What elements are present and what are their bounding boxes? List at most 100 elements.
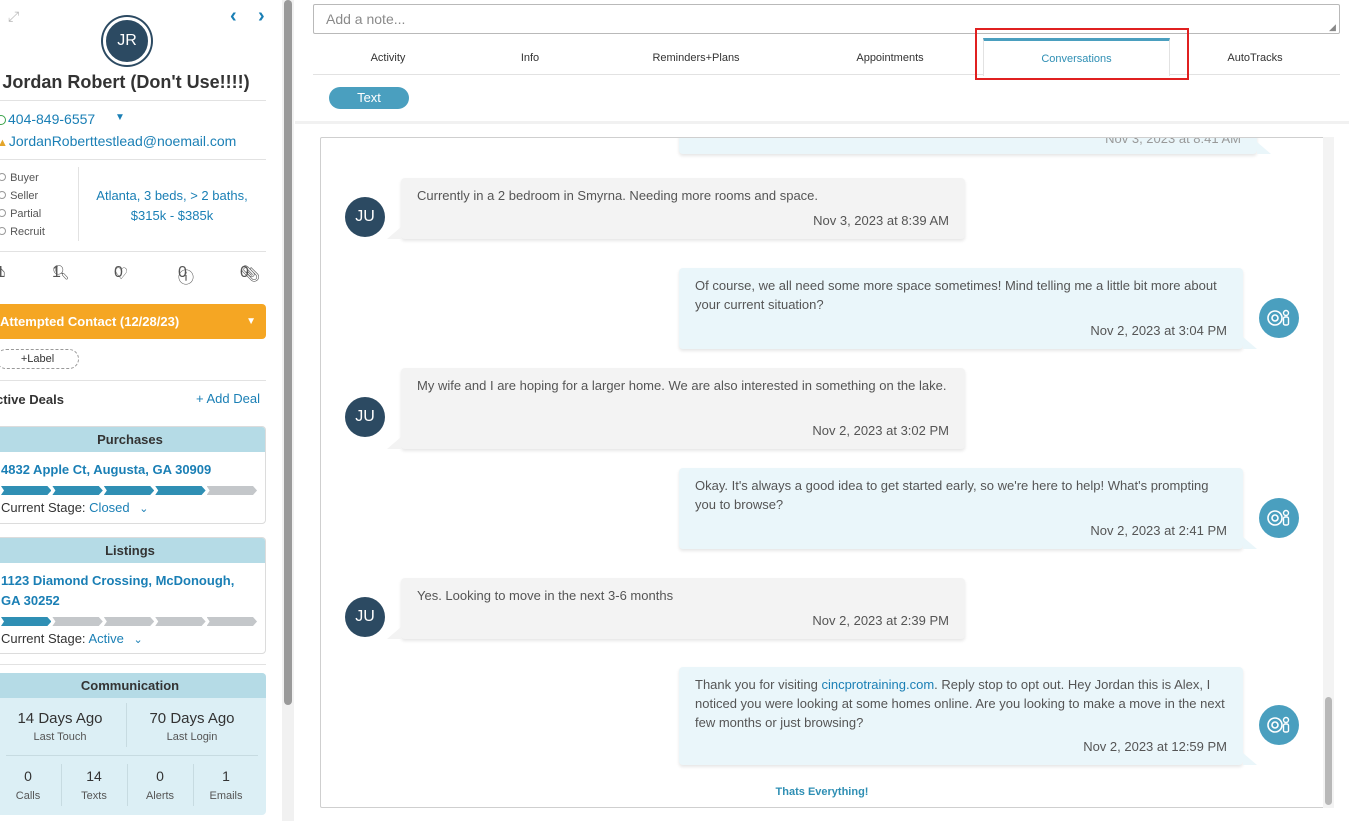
sidebar-scrollbar[interactable] [282, 0, 294, 821]
stage-value: Active [88, 631, 124, 646]
role-seller[interactable]: Seller [0, 187, 45, 205]
stage-value: Closed [89, 500, 130, 515]
progress-segment [1, 617, 52, 626]
agent-icon [1267, 309, 1290, 326]
email-link[interactable]: ▲JordanRoberttestlead@noemail.com [0, 133, 236, 149]
radio-icon [0, 191, 6, 199]
lead-stage-label: Attempted Contact (12/28/23) [0, 314, 180, 329]
resize-grip-icon[interactable]: ◢ [1329, 22, 1336, 33]
message-time: Nov 2, 2023 at 2:39 PM [812, 613, 949, 628]
phone-link[interactable]: 404-849-6557 [0, 111, 95, 127]
contact-sidebar: ⤢ ‹ › JR Jordan Robert (Don't Use!!!!) 4… [0, 0, 282, 821]
alerts-count: 0 [156, 768, 164, 784]
warning-icon: ▲ [0, 137, 8, 149]
progress-segment [103, 617, 155, 626]
calls-count: 0 [24, 768, 32, 784]
message-bubble-incoming: My wife and I are hoping for a larger ho… [387, 368, 965, 449]
communication-title: Communication [0, 673, 266, 698]
purchases-title: Purchases [0, 427, 265, 452]
message-bubble-incoming: Currently in a 2 bedroom in Smyrna. Need… [387, 178, 965, 239]
listing-stage[interactable]: Current Stage: Active ⌄ [0, 626, 265, 652]
count-value: 1 [0, 264, 5, 281]
last-login-value: 70 Days Ago [149, 710, 235, 727]
divider [0, 159, 266, 160]
chevron-down-icon: ⌄ [139, 503, 149, 515]
chevron-right-icon[interactable]: › [258, 5, 265, 28]
purchase-stage[interactable]: Current Stage: Closed ⌄ [0, 495, 265, 521]
message-text: Of course, we all need some more space s… [695, 278, 1217, 312]
message-text: Yes. Looking to move in the next 3-6 mon… [417, 588, 674, 603]
count-value: 0 [114, 264, 123, 281]
chevron-left-icon[interactable]: ‹ [230, 5, 237, 28]
conversation-panel: Nov 3, 2023 at 8:41 AM JU Currently in a… [320, 137, 1334, 808]
divider [295, 121, 1349, 124]
sidebar-scroll-thumb[interactable] [284, 0, 292, 705]
stage-label: Current Stage: [1, 500, 86, 515]
contact-avatar: JR [103, 17, 151, 65]
agent-icon [1267, 509, 1290, 526]
text-filter-pill[interactable]: Text [329, 87, 409, 109]
divider [78, 167, 79, 241]
tab-activity[interactable]: Activity [343, 38, 433, 75]
search-criteria-link[interactable]: Atlanta, 3 beds, > 2 baths, $315k - $385… [86, 186, 258, 226]
contact-avatar-small: JU [345, 197, 385, 237]
message-link[interactable]: cincprotraining.com [821, 677, 934, 692]
role-recruit[interactable]: Recruit [0, 223, 45, 241]
address-line: 1123 Diamond Crossing, McDonough, [1, 573, 235, 588]
last-touch-value: 14 Days Ago [17, 710, 103, 727]
caret-down-icon: ▼ [246, 316, 256, 327]
role-partial[interactable]: Partial [0, 205, 45, 223]
message-time: Nov 3, 2023 at 8:41 AM [1105, 137, 1241, 146]
caret-down-icon[interactable]: ▼ [115, 112, 125, 123]
email-address: JordanRoberttestlead@noemail.com [8, 133, 237, 149]
expand-icon[interactable]: ⤢ [8, 8, 19, 25]
contact-avatar-small: JU [345, 397, 385, 437]
progress-segment [206, 617, 258, 626]
message-text: My wife and I are hoping for a larger ho… [417, 378, 947, 393]
address-line: GA 30252 [1, 593, 60, 608]
progress-segment [52, 486, 103, 495]
phone-status-icon [0, 115, 6, 125]
criteria-line: Atlanta, 3 beds, > 2 baths, [96, 188, 248, 203]
active-deals-title: ctive Deals [0, 392, 64, 407]
tab-info[interactable]: Info [493, 38, 567, 75]
contact-name: Jordan Robert (Don't Use!!!!) [2, 72, 250, 92]
emails-count: 1 [222, 768, 230, 784]
stage-label: Current Stage: [1, 631, 86, 646]
listing-address-link[interactable]: 1123 Diamond Crossing, McDonough, GA 302… [0, 563, 265, 611]
communication-card: Communication 14 Days Ago Last Touch 70 … [0, 673, 266, 815]
message-bubble-outgoing: Of course, we all need some more space s… [679, 268, 1257, 349]
last-login-label: Last Login [166, 731, 218, 743]
tab-appointments[interactable]: Appointments [833, 38, 947, 75]
tab-autotracks[interactable]: AutoTracks [1205, 38, 1305, 75]
message-bubble-outgoing: Okay. It's always a good idea to get sta… [679, 468, 1257, 549]
chevron-down-icon: ⌄ [133, 634, 143, 646]
role-label: Seller [10, 190, 39, 202]
add-deal-button[interactable]: + Add Deal [196, 391, 260, 406]
phone-number: 404-849-6557 [8, 111, 96, 127]
purchases-card: Purchases 4832 Apple Ct, Augusta, GA 309… [0, 426, 266, 524]
role-label: Buyer [10, 172, 39, 184]
agent-avatar-icon [1259, 498, 1299, 538]
contact-avatar-small: JU [345, 597, 385, 637]
message-bubble-outgoing: Thank you for visiting cincprotraining.c… [679, 667, 1257, 765]
radio-icon [0, 173, 6, 181]
lead-stage-dropdown[interactable]: Attempted Contact (12/28/23) ▼ [0, 304, 266, 339]
last-touch-label: Last Touch [33, 731, 87, 743]
conversation-scroll-thumb[interactable] [1325, 697, 1332, 805]
purchase-address-link[interactable]: 4832 Apple Ct, Augusta, GA 30909 [0, 452, 265, 480]
listings-title: Listings [0, 538, 265, 563]
criteria-line: $315k - $385k [130, 208, 214, 223]
radio-icon [0, 209, 6, 217]
message-bubble-outgoing: Nov 3, 2023 at 8:41 AM [679, 137, 1271, 154]
divider [0, 251, 266, 252]
highlight-box [975, 28, 1189, 80]
divider [0, 664, 266, 665]
listings-card: Listings 1123 Diamond Crossing, McDonoug… [0, 537, 266, 654]
conversation-scrollbar[interactable] [1323, 137, 1334, 808]
divider [0, 380, 266, 381]
tab-reminders-plans[interactable]: Reminders+Plans [631, 38, 761, 75]
progress-segment [155, 486, 206, 495]
role-buyer[interactable]: Buyer [0, 169, 45, 187]
add-label-button[interactable]: +Label [0, 349, 79, 369]
